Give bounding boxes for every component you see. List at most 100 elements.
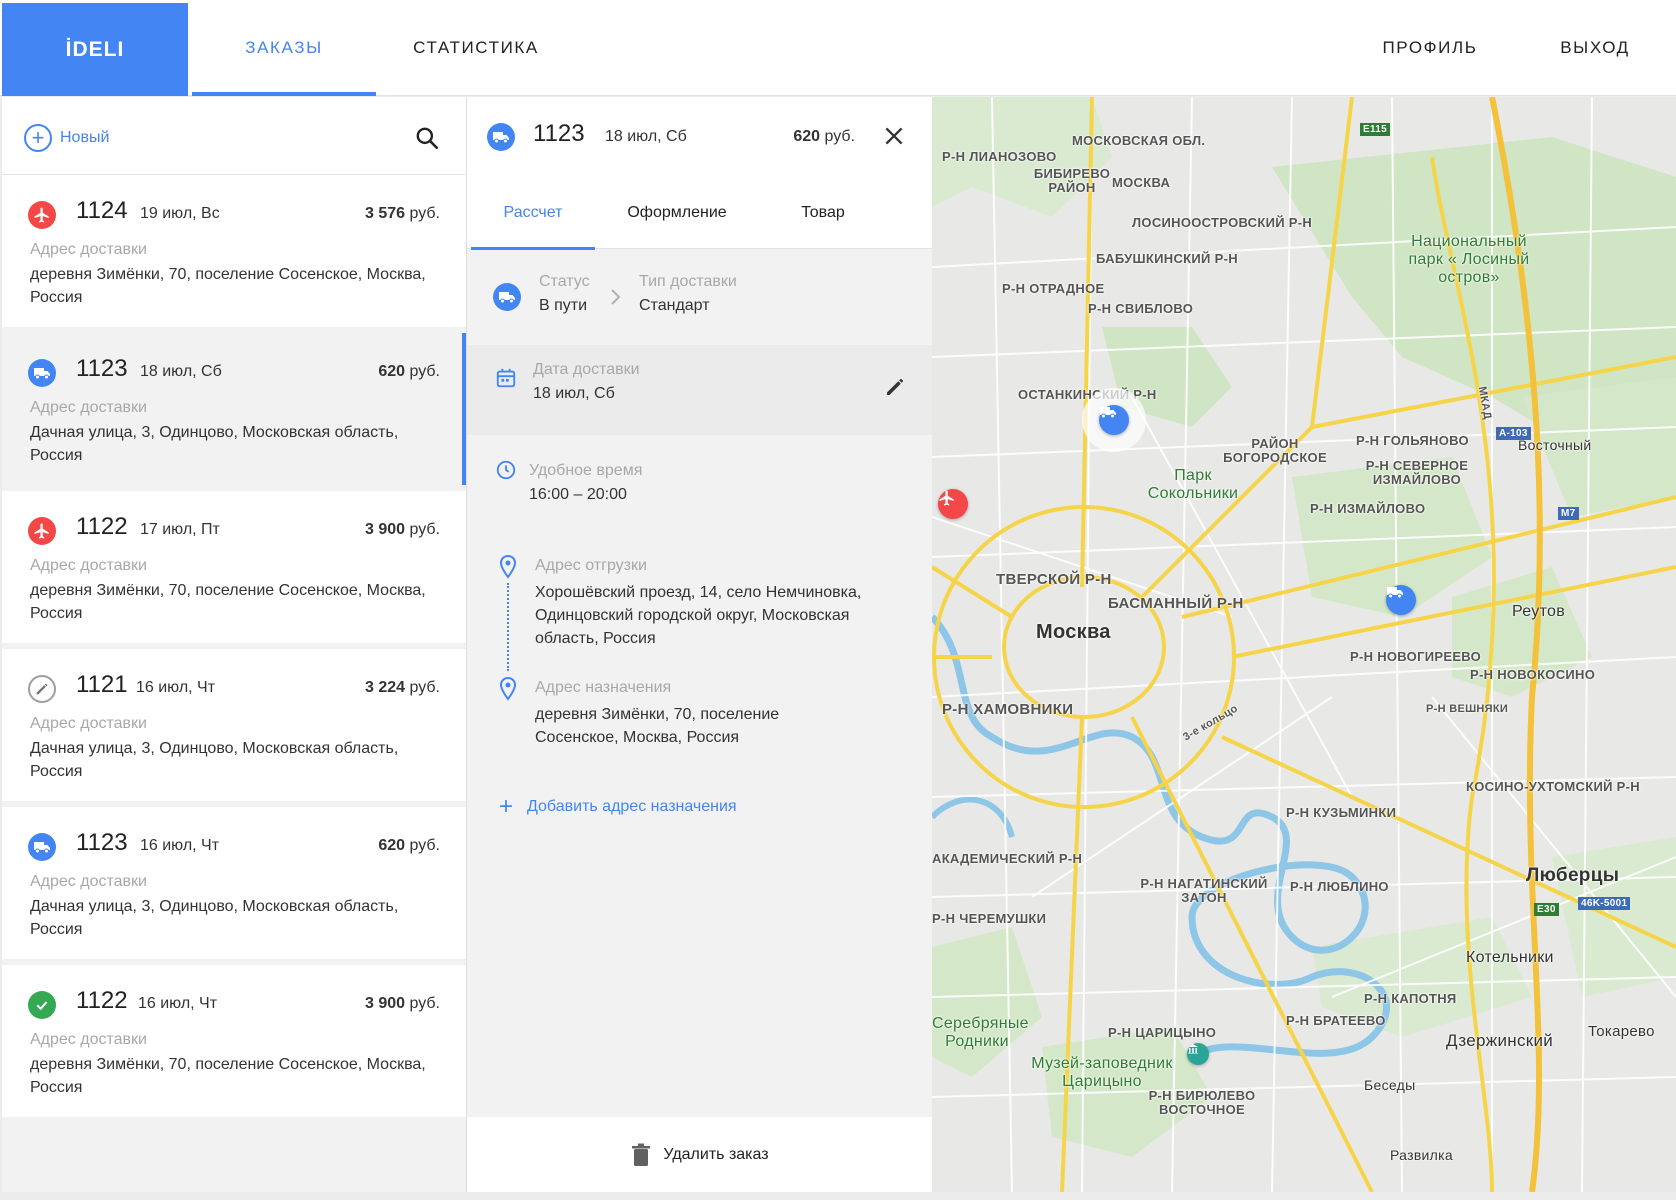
map-label: Р-Н БРАТЕЕВО (1286, 1013, 1386, 1028)
order-price: 620 руб. (793, 128, 855, 145)
delivery-date-row[interactable]: Дата доставки 18 июл, Сб (467, 345, 933, 435)
nav-profile[interactable]: ПРОФИЛЬ (1360, 0, 1500, 96)
location-pin-icon (499, 555, 517, 579)
order-date: 16 июл, Чт (136, 679, 216, 696)
road-shield: M7 (1558, 507, 1579, 520)
nav-tab-orders[interactable]: ЗАКАЗЫ (192, 0, 376, 96)
add-destination-label: Добавить адрес назначения (527, 798, 737, 815)
add-destination-button[interactable]: + Добавить адрес назначения (499, 795, 737, 819)
map-label: Беседы (1364, 1077, 1416, 1093)
order-card[interactable]: 1121 16 июл, Чт 3 224 руб. Адрес доставки Да… (2, 649, 466, 801)
new-order-label: Новый (60, 129, 110, 146)
time-label: Удобное время (529, 462, 643, 479)
tab-checkout[interactable]: Оформление (607, 177, 747, 249)
map-label: Р-Н ЛЮБЛИНО (1290, 879, 1389, 894)
truck-marker-icon[interactable] (1386, 585, 1416, 615)
map-label: Дзержинский (1446, 1031, 1554, 1050)
order-card[interactable]: 1122 16 июл, Чт 3 900 руб. Адрес доставки де… (2, 965, 466, 1117)
delivery-date-label: Дата доставки (533, 361, 640, 378)
plus-circle-icon: + (24, 124, 52, 152)
app-logo[interactable]: İDELI (2, 3, 188, 96)
map-label: Национальный парк « Лосиный остров» (1408, 233, 1530, 286)
order-number: 1123 (533, 120, 585, 147)
order-number: 1122 (76, 987, 128, 1014)
address-value: деревня Зимёнки, 70, поселение Сосенское… (30, 1056, 426, 1096)
museum-icon[interactable] (1187, 1043, 1209, 1065)
order-price: 3 900 руб. (364, 521, 440, 538)
route-connector (507, 583, 509, 671)
map-label: Токарево (1588, 1023, 1655, 1040)
trash-icon (632, 1143, 651, 1166)
road-shield: А-103 (1496, 427, 1531, 440)
clock-icon (496, 460, 516, 480)
chevron-right-icon (611, 289, 621, 305)
address-label: Адрес доставки (30, 557, 147, 574)
order-number: 1121 (76, 671, 128, 698)
road-shield: 46K-5001 (1578, 897, 1631, 910)
map-label: Р-Н СЕВЕРНОЕ ИЗМАЙЛОВО (1365, 458, 1469, 487)
nav-tab-statistics[interactable]: СТАТИСТИКА (396, 0, 556, 96)
new-order-button[interactable]: + Новый (24, 124, 109, 152)
tab-goods[interactable]: Товар (763, 177, 883, 249)
order-card[interactable]: 1122 17 июл, Пт 3 900 руб. Адрес доставки де… (2, 491, 466, 643)
road-shield: E115 (1360, 123, 1391, 136)
order-detail-panel: 1123 18 июл, Сб 620 руб. Рассчет Оформле… (466, 97, 933, 1192)
location-pin-icon (499, 677, 517, 701)
order-card[interactable]: 1124 19 июл, Вс 3 576 руб. Адрес доставки де… (2, 175, 466, 327)
delivery-type-label: Тип доставки (639, 273, 737, 290)
truck-icon (493, 283, 521, 311)
map-label: Парк Сокольники (1147, 467, 1239, 502)
map-label: ЛОСИНООСТРОВСКИЙ Р-Н (1132, 215, 1313, 230)
check-icon (28, 991, 56, 1019)
order-card[interactable]: 1123 16 июл, Чт 620 руб. Адрес доставки Дачн… (2, 807, 466, 959)
destination-address-value: деревня Зимёнки, 70, поселение Сосенское… (535, 706, 780, 746)
map-label: БАБУШКИНСКИЙ Р-Н (1096, 251, 1238, 266)
order-date: 16 июл, Чт (140, 837, 220, 854)
truck-marker-icon[interactable] (1099, 405, 1129, 435)
tab-calculation[interactable]: Рассчет (471, 177, 595, 250)
map-label: Реутов (1512, 603, 1566, 620)
map-label: КОСИНО-УХТОМСКИЙ Р-Н (1466, 779, 1640, 794)
order-number: 1123 (76, 355, 128, 382)
order-date: 19 июл, Вс (140, 205, 220, 222)
order-price: 3 576 руб. (364, 205, 440, 222)
delete-order-button[interactable]: Удалить заказ (467, 1117, 933, 1192)
map-label: Развилка (1390, 1147, 1453, 1163)
airplane-icon (28, 517, 56, 545)
address-label: Адрес доставки (30, 873, 147, 890)
map-label: Р-Н БИРЮЛЕВО ВОСТОЧНОЕ (1148, 1088, 1256, 1117)
orders-list-header: + Новый (2, 97, 466, 175)
search-icon[interactable] (414, 125, 440, 151)
status-value: В пути (539, 297, 588, 314)
airplane-marker-icon[interactable] (938, 489, 968, 519)
map-label: Р-Н ВЕШНЯКИ (1426, 703, 1509, 715)
close-icon[interactable] (881, 123, 907, 149)
address-value: Дачная улица, 3, Одинцово, Московская об… (30, 898, 399, 938)
order-date: 18 июл, Сб (605, 128, 687, 145)
map-label: Музей-заповедник Царицыно (1031, 1055, 1173, 1090)
order-date: 16 июл, Чт (138, 995, 218, 1012)
edit-pencil-icon[interactable] (883, 375, 907, 399)
nav-logout[interactable]: ВЫХОД (1540, 0, 1650, 96)
order-number: 1122 (76, 513, 128, 540)
address-value: деревня Зимёнки, 70, поселение Сосенское… (30, 582, 426, 622)
map-label: Р-Н ГОЛЬЯНОВО (1356, 433, 1469, 448)
status-label: Статус (539, 273, 590, 290)
map-label: Р-Н ЧЕРЕМУШКИ (932, 911, 1047, 926)
address-label: Адрес доставки (30, 241, 147, 258)
address-label: Адрес доставки (30, 399, 147, 416)
truck-icon (487, 123, 515, 151)
app-root: İDELI ЗАКАЗЫ СТАТИСТИКА ПРОФИЛЬ ВЫХОД + … (0, 0, 1676, 1200)
order-detail-tabs: Рассчет Оформление Товар (467, 177, 933, 250)
map-label: Р-Н НОВОКОСИНО (1470, 667, 1596, 682)
time-value: 16:00 – 20:00 (529, 486, 627, 503)
pickup-address-label: Адрес отгрузки (535, 557, 647, 574)
top-navigation-bar: İDELI ЗАКАЗЫ СТАТИСТИКА ПРОФИЛЬ ВЫХОД (0, 0, 1676, 96)
map-label: Котельники (1466, 949, 1554, 966)
map-label: Р-Н СВИБЛОВО (1088, 301, 1194, 316)
orders-list-panel: + Новый 1124 19 июл, Вс 3 576 руб. Адрес до… (2, 97, 466, 1192)
map-view[interactable]: МОСКОВСКАЯ ОБЛ. Р-Н ЛИАНОЗОВО БИБИРЕВО Р… (932, 97, 1676, 1192)
map-label: БИБИРЕВО РАЙОН (1033, 166, 1111, 195)
order-price: 620 руб. (378, 837, 440, 854)
order-card[interactable]: 1123 18 июл, Сб 620 руб. Адрес доставки Дачн… (2, 333, 466, 485)
